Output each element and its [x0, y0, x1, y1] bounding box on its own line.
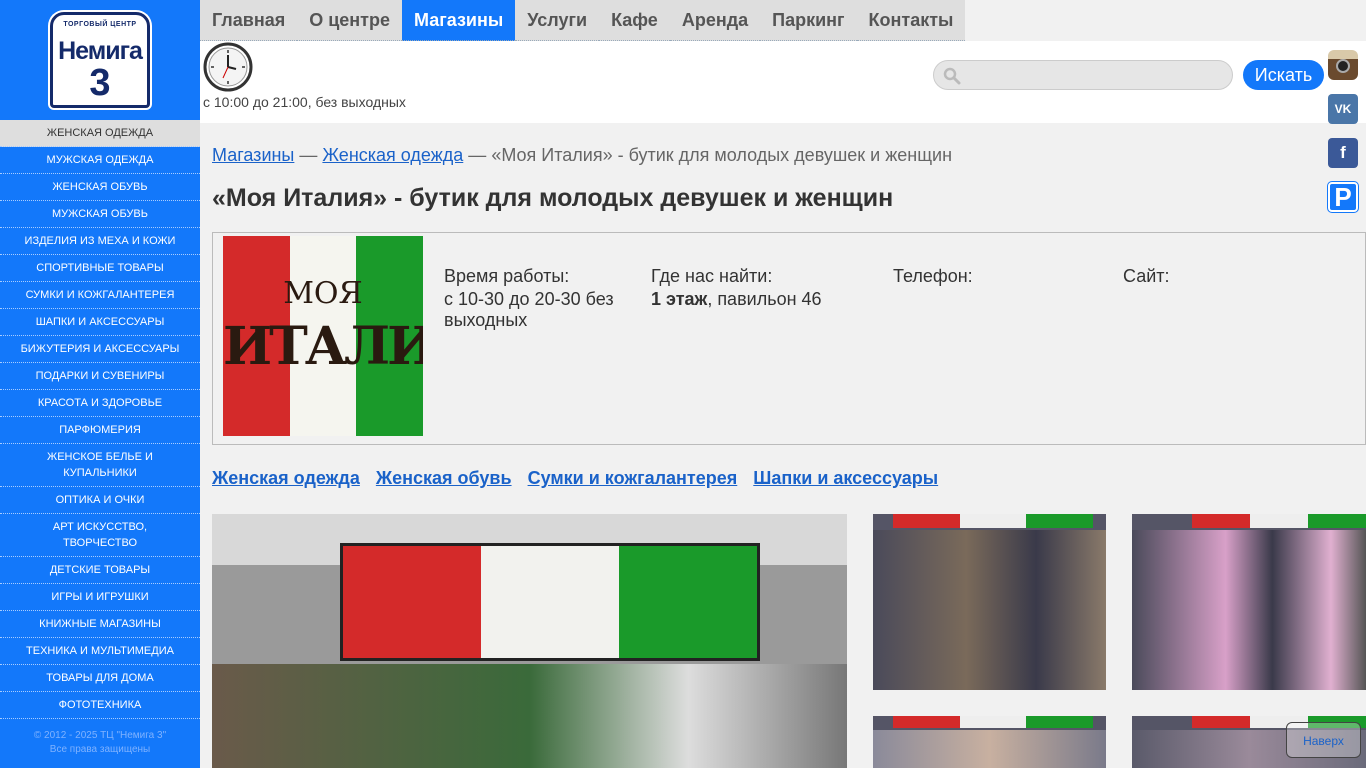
photo-store-interior	[873, 530, 1106, 690]
location-label: Где нас найти:	[651, 266, 773, 286]
sidebar-item-womens-shoes[interactable]: Женская обувь	[0, 174, 200, 201]
shop-info: МОЯ ИТАЛИЯ Время работы: с 10-30 до 20-3…	[212, 232, 1366, 445]
nav-services[interactable]: Услуги	[515, 0, 600, 41]
sidebar-item-sports[interactable]: Спортивные товары	[0, 255, 200, 282]
sidebar-item-mens-shoes[interactable]: Мужская обувь	[0, 201, 200, 228]
copyright-line1: © 2012 - 2025 ТЦ "Немига 3"	[33, 730, 167, 741]
copyright-line2: Все права защищены	[49, 744, 151, 755]
shop-logo-line1: МОЯ	[283, 276, 363, 311]
photo-store-interior	[873, 730, 1106, 768]
site-label: Сайт:	[1123, 266, 1170, 286]
location-value: 1 этаж, павильон 46	[651, 289, 871, 310]
camera-lens-icon	[1336, 59, 1350, 73]
sidebar-item-kids[interactable]: Детские товары	[0, 557, 200, 584]
sidebar-item-photo[interactable]: Фототехника	[0, 692, 200, 719]
sidebar-item-art[interactable]: Арт искусство, творчество	[0, 514, 200, 557]
phone-block: Телефон:	[893, 266, 973, 287]
clock-icon	[203, 42, 253, 92]
header: с 10:00 до 21:00, без выходных Искать	[200, 41, 1366, 123]
sidebar-item-home[interactable]: Товары для дома	[0, 665, 200, 692]
breadcrumb-current: «Моя Италия» - бутик для молодых девушек…	[491, 145, 953, 165]
logo[interactable]: ТОРГОВЫЙ ЦЕНТР Немига 3	[0, 0, 200, 120]
nav-cafe[interactable]: Кафе	[599, 0, 670, 41]
gallery-photo[interactable]	[873, 716, 1106, 768]
sidebar-item-hats[interactable]: Шапки и аксессуары	[0, 309, 200, 336]
instagram-icon[interactable]	[1328, 50, 1358, 80]
search-icon	[943, 67, 961, 85]
nav-rent[interactable]: Аренда	[669, 0, 761, 41]
site-block: Сайт:	[1123, 266, 1170, 287]
facebook-icon[interactable]: f	[1328, 138, 1358, 168]
category-list: Женская одежда Мужская одежда Женская об…	[0, 120, 200, 719]
sidebar-item-electronics[interactable]: Техника и мультимедиа	[0, 638, 200, 665]
category-link-hats[interactable]: Шапки и аксессуары	[753, 468, 938, 488]
sidebar-item-books[interactable]: Книжные магазины	[0, 611, 200, 638]
sidebar-item-bags[interactable]: Сумки и кожгалантерея	[0, 282, 200, 309]
gallery-photo[interactable]	[873, 514, 1106, 690]
parking-icon[interactable]: P	[1327, 181, 1359, 213]
copyright: © 2012 - 2025 ТЦ "Немига 3" Все права за…	[0, 729, 200, 757]
nav-home[interactable]: Главная	[200, 0, 298, 41]
search-button[interactable]: Искать	[1243, 60, 1324, 90]
photo-signboard	[893, 514, 1094, 528]
hours-value: с 10-30 до 20-30 без выходных	[444, 289, 614, 330]
photo-signboard	[340, 543, 760, 661]
photo-store-balloons	[1132, 530, 1366, 690]
search-input[interactable]	[968, 64, 1223, 86]
sidebar-item-gifts[interactable]: Подарки и сувениры	[0, 363, 200, 390]
logo-plate: ТОРГОВЫЙ ЦЕНТР Немига 3	[50, 12, 150, 108]
opening-hours: с 10:00 до 21:00, без выходных	[203, 94, 406, 110]
logo-arc-text: ТОРГОВЫЙ ЦЕНТР	[63, 21, 137, 28]
shop-logo-line2: ИТАЛИЯ	[223, 316, 423, 377]
hours-label: Время работы:	[444, 266, 570, 286]
sidebar-item-optics[interactable]: Оптика и очки	[0, 487, 200, 514]
category-links: Женская одежда Женская обувь Сумки и кож…	[212, 468, 949, 489]
gallery-photo[interactable]	[1132, 514, 1366, 690]
search-box	[933, 60, 1233, 90]
nav-shops[interactable]: Магазины	[402, 0, 516, 41]
hours-block: Время работы: с 10-30 до 20-30 без выход…	[444, 266, 629, 331]
sidebar-item-womens-clothing[interactable]: Женская одежда	[0, 120, 200, 147]
location-floor: 1 этаж	[651, 289, 708, 309]
gallery-photo-main[interactable]	[212, 514, 847, 768]
page-title: «Моя Италия» - бутик для молодых девушек…	[212, 184, 894, 212]
breadcrumb-separator: —	[468, 145, 487, 165]
location-pavilion: , павильон 46	[707, 289, 822, 309]
sidebar: ТОРГОВЫЙ ЦЕНТР Немига 3 Женская одежда М…	[0, 0, 200, 768]
category-link-bags[interactable]: Сумки и кожгалантерея	[528, 468, 738, 488]
sidebar-item-perfume[interactable]: Парфюмерия	[0, 417, 200, 444]
scroll-up-button[interactable]: Наверх	[1286, 722, 1361, 758]
category-link-womens-shoes[interactable]: Женская обувь	[376, 468, 512, 488]
breadcrumb: Магазины — Женская одежда — «Моя Италия»…	[212, 145, 952, 166]
nav-parking[interactable]: Паркинг	[760, 0, 857, 41]
sidebar-item-beauty[interactable]: Красота и здоровье	[0, 390, 200, 417]
logo-number: 3	[89, 62, 111, 104]
vk-icon[interactable]: VK	[1328, 94, 1358, 124]
top-nav: Главная О центре Магазины Услуги Кафе Ар…	[200, 0, 966, 41]
nav-about[interactable]: О центре	[297, 0, 402, 41]
phone-label: Телефон:	[893, 266, 973, 286]
breadcrumb-separator: —	[299, 145, 318, 165]
breadcrumb-category[interactable]: Женская одежда	[322, 145, 463, 165]
sidebar-item-fur-leather[interactable]: Изделия из меха и кожи	[0, 228, 200, 255]
sidebar-item-lingerie[interactable]: Женское белье и купальники	[0, 444, 200, 487]
sidebar-item-toys[interactable]: Игры и игрушки	[0, 584, 200, 611]
photo-signboard	[893, 716, 1094, 728]
photo-shelves	[212, 664, 847, 768]
photo-signboard	[1192, 514, 1366, 528]
sidebar-item-jewelry[interactable]: Бижутерия и аксессуары	[0, 336, 200, 363]
breadcrumb-shops[interactable]: Магазины	[212, 145, 294, 165]
sidebar-item-mens-clothing[interactable]: Мужская одежда	[0, 147, 200, 174]
nav-contacts[interactable]: Контакты	[856, 0, 966, 41]
location-block: Где нас найти: 1 этаж, павильон 46	[651, 266, 871, 310]
category-link-womens-clothing[interactable]: Женская одежда	[212, 468, 360, 488]
shop-logo: МОЯ ИТАЛИЯ	[223, 236, 423, 436]
